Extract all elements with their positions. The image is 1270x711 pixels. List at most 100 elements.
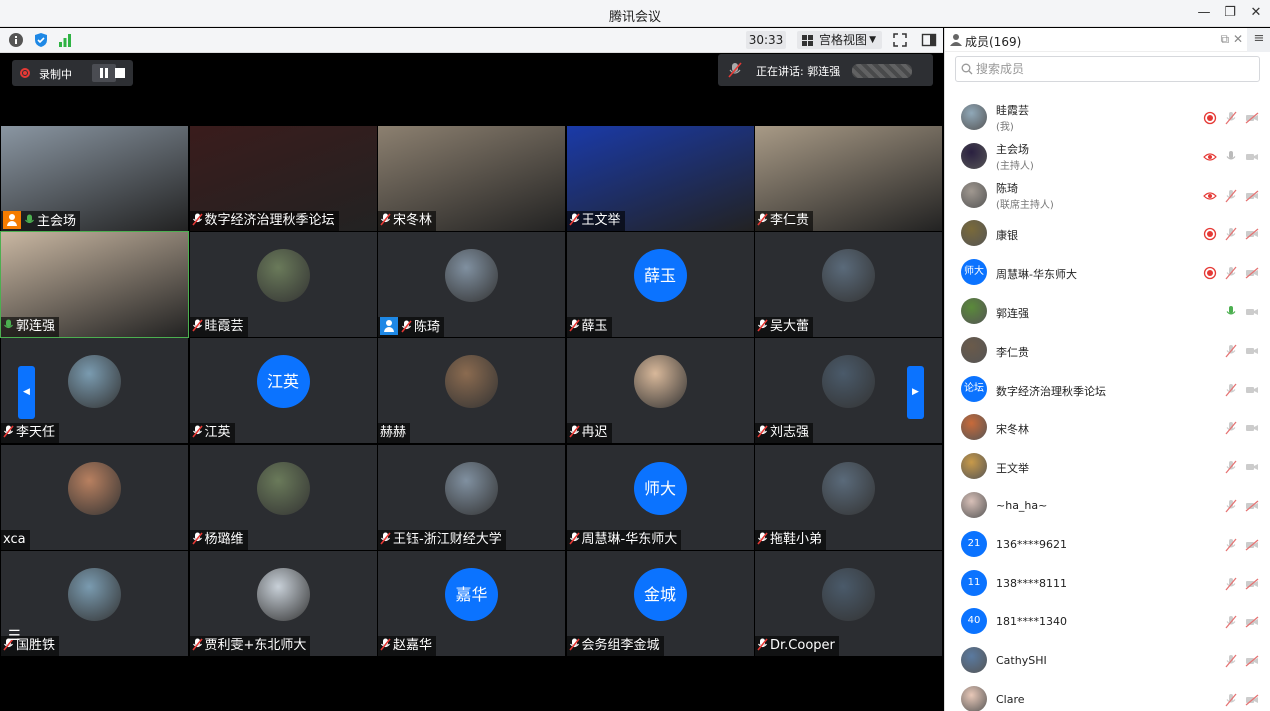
camera-off-icon[interactable] <box>1245 615 1259 629</box>
recording-icon <box>1203 267 1217 280</box>
participant-tile[interactable]: 拖鞋小弟 <box>755 444 942 550</box>
participant-name: 冉迟 <box>581 425 608 441</box>
camera-icon[interactable] <box>1245 421 1259 435</box>
mic-muted-icon[interactable] <box>1224 266 1238 280</box>
pause-recording-button[interactable] <box>92 64 116 82</box>
member-avatar <box>961 298 987 324</box>
mic-muted-icon[interactable] <box>1224 654 1238 668</box>
camera-icon[interactable] <box>1245 460 1259 474</box>
minimize-button[interactable]: — <box>1193 3 1215 23</box>
participant-tile[interactable]: 嘉华 赵嘉华 <box>378 550 565 656</box>
participant-tile[interactable]: 师大 周慧琳-华东师大 <box>566 444 754 550</box>
mic-muted-icon[interactable] <box>1224 577 1238 591</box>
participant-tile[interactable]: 赫赫 <box>378 338 565 444</box>
camera-off-icon[interactable] <box>1245 499 1259 513</box>
member-row[interactable]: ~ha_ha~ <box>945 486 1270 525</box>
mic-muted-icon[interactable] <box>1224 383 1238 397</box>
participant-tile[interactable]: 数字经济治理秋季论坛 <box>189 126 377 231</box>
mic-icon[interactable] <box>1224 150 1238 164</box>
camera-off-icon[interactable] <box>1245 654 1259 668</box>
participant-tile[interactable]: 宋冬林 <box>378 126 565 231</box>
member-row[interactable]: 40 181****1340 <box>945 602 1270 641</box>
participant-tile[interactable]: 李仁贵 <box>755 126 942 231</box>
restore-button[interactable]: ❐ <box>1219 3 1241 23</box>
fullscreen-icon[interactable] <box>892 32 908 48</box>
participant-tile[interactable]: 贾利雯+东北师大 <box>189 550 377 656</box>
camera-off-icon[interactable] <box>1245 577 1259 591</box>
mic-muted-icon[interactable] <box>1224 460 1238 474</box>
list-icon[interactable]: ☰ <box>8 628 21 644</box>
avatar <box>633 355 687 409</box>
mic-muted-icon[interactable] <box>1224 615 1238 629</box>
member-name: 王文举 <box>996 462 1029 476</box>
mic-muted-icon[interactable] <box>1224 693 1238 707</box>
participant-tile[interactable]: 陈琦 <box>378 232 565 338</box>
member-row[interactable]: 李仁贵 <box>945 331 1270 370</box>
avatar: 薛玉 <box>633 249 687 303</box>
member-row[interactable]: 师大 周慧琳-华东师大 <box>945 253 1270 292</box>
menu-icon[interactable]: ≡ <box>1247 28 1270 52</box>
search-input[interactable] <box>976 60 1256 78</box>
member-row[interactable]: 主会场 (主持人) <box>945 137 1270 176</box>
participant-tile[interactable]: 吴大蕾 <box>755 232 942 338</box>
member-row[interactable]: 康银 <box>945 214 1270 253</box>
camera-off-icon[interactable] <box>1245 266 1259 280</box>
mic-muted-icon[interactable] <box>1224 538 1238 552</box>
signal-strength-icon[interactable] <box>57 32 73 48</box>
close-panel-icon[interactable]: ✕ <box>1233 32 1243 46</box>
camera-icon[interactable] <box>1245 344 1259 358</box>
camera-off-icon[interactable] <box>1245 538 1259 552</box>
member-row[interactable]: 陈琦 (联席主持人) <box>945 176 1270 215</box>
participant-tile[interactable]: 眭霞芸 <box>189 232 377 338</box>
member-row[interactable]: CathySHI <box>945 641 1270 680</box>
participant-name-label: 宋冬林 <box>378 211 437 231</box>
camera-off-icon[interactable] <box>1245 693 1259 707</box>
member-row[interactable]: 11 138****8111 <box>945 564 1270 603</box>
participant-tile[interactable]: xca <box>1 444 188 550</box>
camera-icon[interactable] <box>1245 383 1259 397</box>
participant-tile[interactable]: 金城 会务组李金城 <box>566 550 754 656</box>
member-name: 陈琦 <box>996 181 1018 195</box>
member-search[interactable] <box>955 56 1260 82</box>
camera-icon[interactable] <box>1245 305 1259 319</box>
mic-muted-icon[interactable] <box>1224 499 1238 513</box>
participant-tile[interactable]: 王文举 <box>566 126 754 231</box>
mic-muted-icon[interactable] <box>1224 111 1238 125</box>
camera-icon[interactable] <box>1245 150 1259 164</box>
member-row[interactable]: 21 136****9621 <box>945 525 1270 564</box>
view-mode-dropdown[interactable]: 宫格视图 ▼ <box>797 31 882 49</box>
mic-icon[interactable] <box>1224 305 1238 319</box>
member-row[interactable]: 眭霞芸 (我) <box>945 98 1270 137</box>
member-row[interactable]: 郭连强 <box>945 292 1270 331</box>
recording-label: 录制中 <box>39 68 72 81</box>
mic-muted-icon[interactable] <box>1224 189 1238 203</box>
participant-tile[interactable]: 江英 江英 <box>189 338 377 444</box>
participant-tile[interactable]: Dr.Cooper <box>755 550 942 656</box>
participant-tile[interactable]: 杨璐维 <box>189 444 377 550</box>
participant-tile[interactable]: 国胜铁 <box>1 550 188 656</box>
member-role: (主持人) <box>996 160 1034 172</box>
member-row[interactable]: 论坛 数字经济治理秋季论坛 <box>945 370 1270 409</box>
member-row[interactable]: 王文举 <box>945 447 1270 486</box>
mic-muted-icon[interactable] <box>1224 344 1238 358</box>
participant-tile[interactable]: 王钰-浙江财经大学 <box>378 444 565 550</box>
prev-page-button[interactable]: ◀ <box>18 366 35 419</box>
camera-off-icon[interactable] <box>1245 189 1259 203</box>
participant-tile[interactable]: 郭连强 <box>0 231 189 339</box>
stop-recording-button[interactable] <box>115 68 125 78</box>
participant-tile[interactable]: 薛玉 薛玉 <box>566 232 754 338</box>
member-row[interactable]: 宋冬林 <box>945 408 1270 447</box>
member-row[interactable]: Clare <box>945 680 1270 711</box>
participant-tile[interactable]: 主会场 <box>1 126 188 231</box>
camera-off-icon[interactable] <box>1245 111 1259 125</box>
camera-off-icon[interactable] <box>1245 227 1259 241</box>
toggle-sidebar-icon[interactable] <box>921 32 937 48</box>
mic-muted-icon[interactable] <box>1224 421 1238 435</box>
participant-tile[interactable]: 冉迟 <box>566 338 754 444</box>
info-icon[interactable] <box>8 32 24 48</box>
mic-muted-icon[interactable] <box>1224 227 1238 241</box>
security-shield-icon[interactable] <box>33 32 49 48</box>
popout-icon[interactable]: ⧉ <box>1221 32 1230 46</box>
close-button[interactable]: ✕ <box>1245 3 1267 23</box>
next-page-button[interactable]: ▶ <box>907 366 924 419</box>
